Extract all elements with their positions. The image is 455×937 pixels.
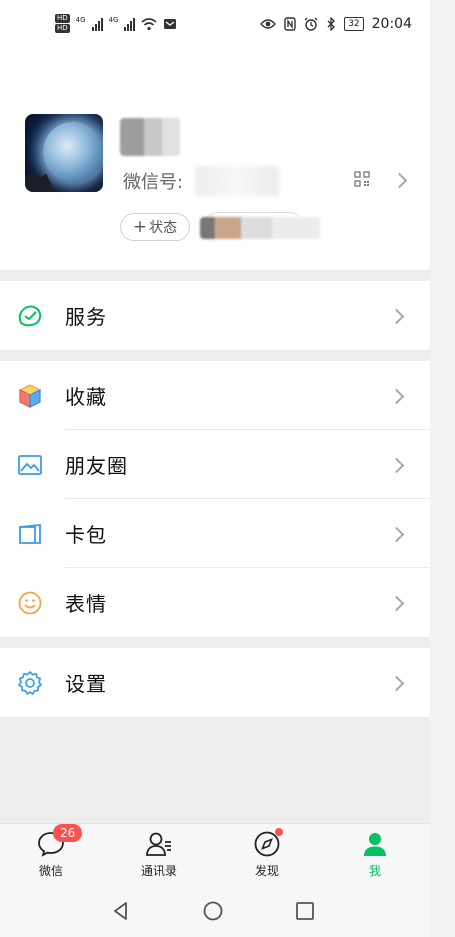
tab-contacts[interactable]: 通讯录 bbox=[119, 830, 199, 879]
qr-code-icon[interactable] bbox=[354, 171, 370, 187]
back-icon[interactable] bbox=[110, 900, 132, 922]
menu-label: 卡包 bbox=[65, 523, 107, 547]
gear-icon bbox=[18, 671, 42, 695]
cube-icon bbox=[18, 384, 42, 408]
menu-item-settings[interactable]: 设置 bbox=[0, 648, 430, 717]
chevron-right-icon bbox=[388, 675, 405, 692]
eye-icon bbox=[260, 19, 277, 29]
right-margin-strip bbox=[430, 0, 455, 937]
avatar[interactable] bbox=[25, 114, 103, 192]
smiley-icon bbox=[18, 591, 42, 615]
menu-label: 朋友圈 bbox=[65, 454, 128, 478]
menu-item-favorites[interactable]: 收藏 bbox=[0, 361, 430, 430]
tab-me[interactable]: 我 bbox=[335, 830, 415, 879]
wechat-id-redacted bbox=[195, 166, 279, 196]
chevron-right-icon bbox=[388, 526, 405, 543]
chevron-right-icon bbox=[388, 388, 405, 405]
notification-dot bbox=[275, 828, 283, 836]
chevron-right-icon[interactable] bbox=[391, 172, 408, 189]
tab-label: 我 bbox=[368, 864, 381, 878]
profile-card[interactable]: 微信号: + 状态 bbox=[0, 52, 430, 270]
status-right: 32 20:04 bbox=[260, 16, 412, 32]
friend-status-redacted[interactable] bbox=[200, 217, 320, 239]
tab-chats[interactable]: 26 微信 bbox=[11, 824, 91, 879]
settings-group: 设置 bbox=[0, 648, 430, 717]
tab-label: 发现 bbox=[254, 864, 279, 878]
sim-label: 4G bbox=[108, 15, 119, 24]
nickname-redacted bbox=[120, 118, 180, 156]
chevron-right-icon bbox=[388, 457, 405, 474]
status-button-label: 状态 bbox=[149, 220, 178, 236]
signal-icon bbox=[124, 17, 136, 31]
bluetooth-icon bbox=[327, 17, 336, 31]
hd-badges: HD HD bbox=[55, 14, 70, 33]
chat-bubble-icon: 26 bbox=[37, 824, 83, 858]
unread-badge: 26 bbox=[53, 824, 83, 842]
service-group: 服务 bbox=[0, 281, 430, 350]
hd-badge: HD bbox=[55, 24, 70, 33]
menu-item-moments[interactable]: 朋友圈 bbox=[0, 430, 430, 499]
menu-label: 服务 bbox=[65, 305, 107, 329]
compass-icon bbox=[253, 828, 283, 858]
wifi-icon bbox=[141, 17, 157, 30]
signal-icon bbox=[91, 17, 103, 31]
tab-discover[interactable]: 发现 bbox=[227, 828, 307, 879]
notification-icon bbox=[164, 18, 177, 29]
system-navigation-bar bbox=[0, 886, 430, 937]
menu-label: 表情 bbox=[65, 592, 107, 616]
tab-label: 通讯录 bbox=[140, 864, 177, 878]
card-icon bbox=[19, 524, 41, 544]
contacts-icon bbox=[145, 830, 173, 858]
plus-icon: + bbox=[132, 216, 148, 237]
hd-badge: HD bbox=[55, 14, 70, 23]
person-icon bbox=[361, 830, 389, 858]
chevron-right-icon bbox=[388, 595, 405, 612]
chevron-right-icon bbox=[388, 308, 405, 325]
menu-item-stickers[interactable]: 表情 bbox=[0, 568, 430, 637]
recents-icon[interactable] bbox=[294, 900, 316, 922]
bottom-tab-bar: 26 微信 通讯录 发现 我 bbox=[0, 823, 430, 886]
wechat-id-label: 微信号: bbox=[123, 172, 184, 193]
battery-indicator: 32 bbox=[344, 17, 364, 31]
menu-item-service[interactable]: 服务 bbox=[0, 281, 430, 350]
status-bar: HD HD 4G 4G 32 20:04 bbox=[0, 0, 430, 52]
status-left: HD HD 4G 4G bbox=[55, 14, 177, 33]
app-screen: HD HD 4G 4G 32 20:04 微信号: + 状态 服务 收藏 朋友圈… bbox=[0, 0, 430, 937]
tab-label: 微信 bbox=[38, 864, 63, 878]
image-icon bbox=[18, 455, 42, 475]
clock: 20:04 bbox=[371, 16, 412, 32]
main-menu-group: 收藏 朋友圈 卡包 表情 bbox=[0, 361, 430, 637]
status-button[interactable]: + 状态 bbox=[120, 213, 190, 241]
nfc-icon bbox=[284, 17, 296, 31]
service-icon bbox=[18, 305, 42, 327]
menu-label: 收藏 bbox=[65, 385, 107, 409]
menu-label: 设置 bbox=[65, 672, 107, 696]
sim-label: 4G bbox=[75, 15, 86, 24]
menu-item-cards[interactable]: 卡包 bbox=[0, 499, 430, 568]
home-icon[interactable] bbox=[202, 900, 224, 922]
alarm-icon bbox=[304, 17, 318, 31]
moon-image bbox=[43, 122, 103, 182]
